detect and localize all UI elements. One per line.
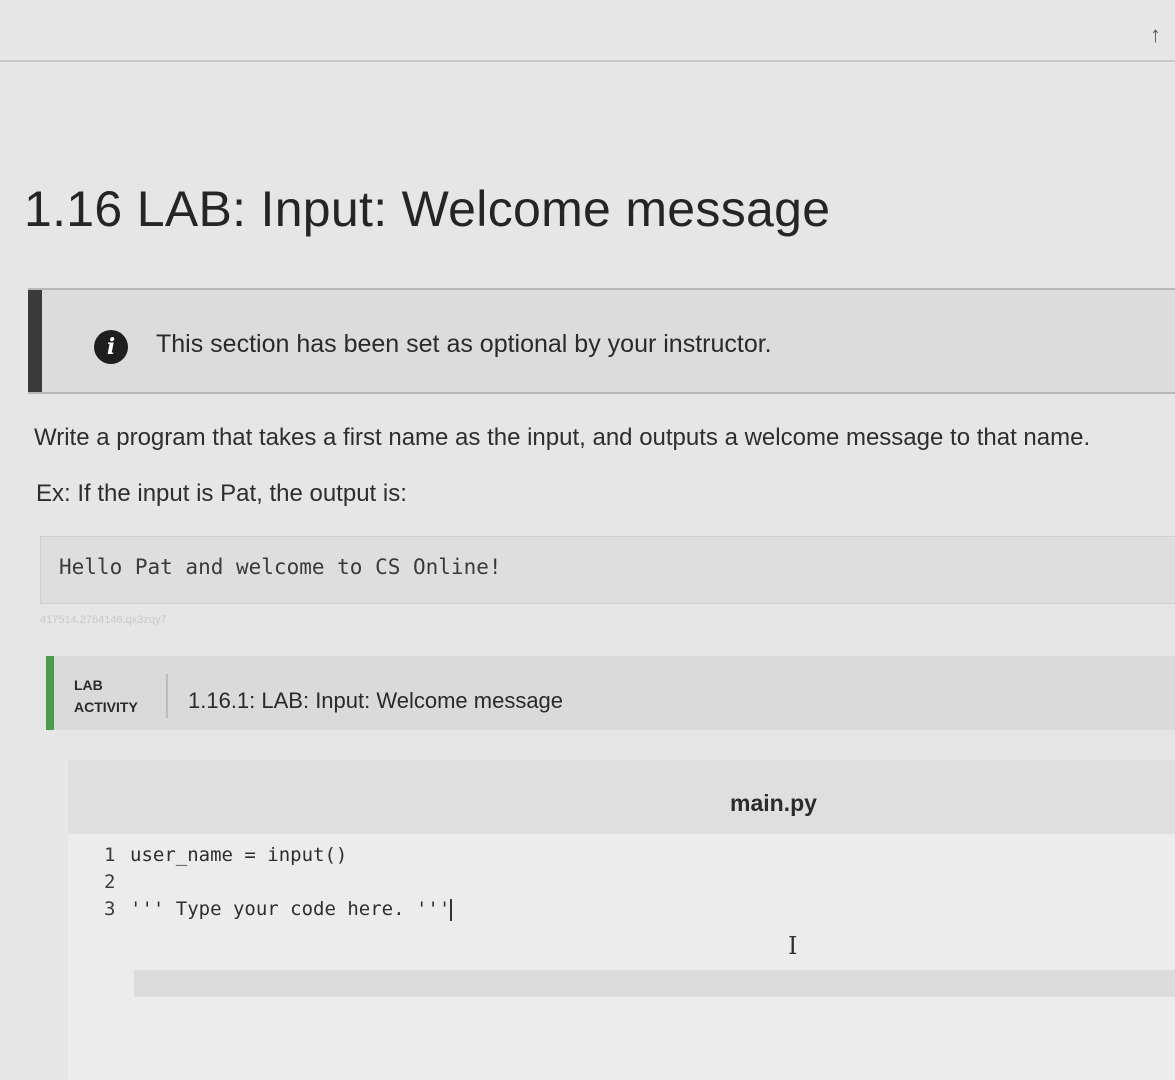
lab-accent-bar [46,656,54,730]
lab-activity-header: LAB ACTIVITY 1.16.1: LAB: Input: Welcome… [46,656,1175,730]
arrow-up-icon[interactable]: ↑ [1150,22,1161,48]
lab-title: 1.16.1: LAB: Input: Welcome message [188,688,564,713]
instructions-text: Write a program that takes a first name … [34,424,1091,451]
text-cursor [450,898,453,921]
optional-notice: i This section has been set as optional … [28,288,1175,394]
active-line-highlight [134,970,1175,997]
code-line[interactable]: 3 ''' Type your code here. ''' [104,896,453,923]
editor-header: main.py [68,760,1175,834]
lab-activity-tag: LAB ACTIVITY [74,674,138,718]
code-area[interactable]: 1 user_name = input() 2 3 ''' Type your co… [68,834,1175,1080]
notice-accent-bar [28,290,42,392]
top-divider [0,60,1175,62]
line-number: 2 [104,871,116,893]
lab-tag-line2: ACTIVITY [74,699,138,715]
lab-tag-line1: LAB [74,677,103,693]
info-icon: i [94,330,128,364]
ibeam-cursor-icon: I [788,932,798,960]
example-output-code: Hello Pat and welcome to CS Online! [59,555,502,579]
notice-text: This section has been set as optional by… [156,330,772,358]
line-number: 1 [104,844,116,866]
line-number: 3 [104,898,116,920]
file-name-tab[interactable]: main.py [730,790,817,817]
line-code[interactable]: user_name = input() [130,844,347,866]
lab-divider [166,674,168,718]
code-editor[interactable]: main.py 1 user_name = input() 2 3 ''' Type… [68,760,1175,1080]
line-code[interactable]: ''' Type your code here. ''' [130,898,450,920]
page-title: 1.16 LAB: Input: Welcome message [24,181,831,237]
example-intro: Ex: If the input is Pat, the output is: [36,480,407,507]
example-output-box: Hello Pat and welcome to CS Online! [40,536,1175,604]
lab-id: 417514.2764146.qx3zqy7 [40,614,167,626]
code-line[interactable]: 2 [104,869,130,896]
code-line[interactable]: 1 user_name = input() [104,842,347,869]
